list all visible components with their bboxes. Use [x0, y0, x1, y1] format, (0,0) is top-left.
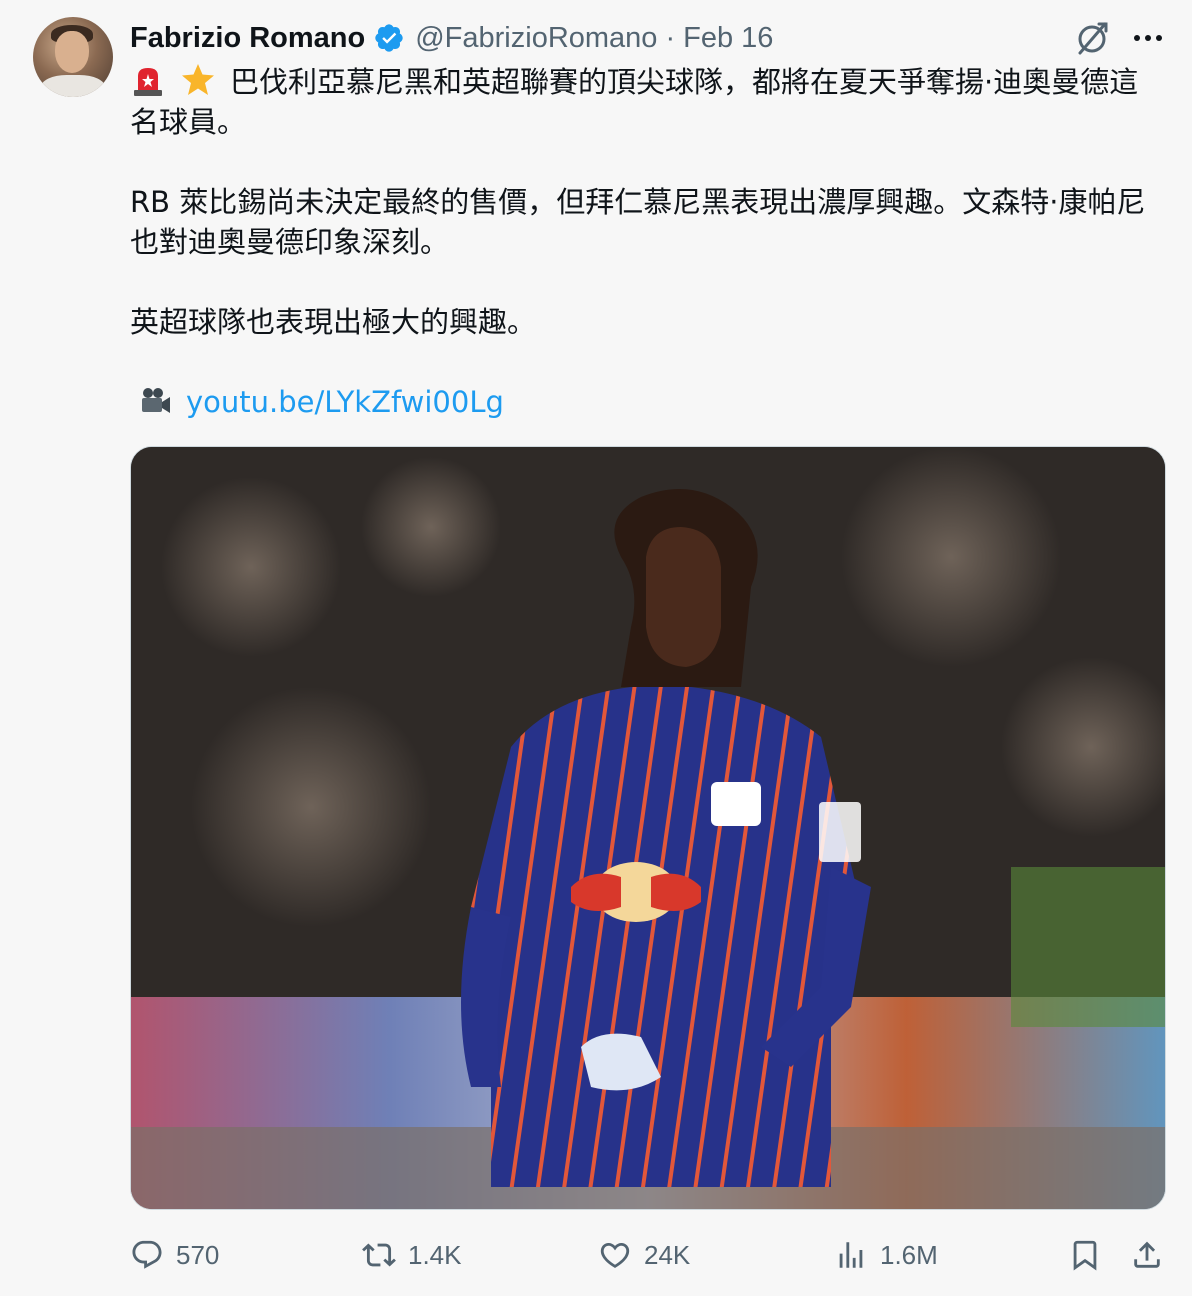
- share-button[interactable]: [1130, 1230, 1176, 1280]
- views-button[interactable]: 1.6M: [834, 1230, 938, 1280]
- reply-icon: [132, 1240, 162, 1269]
- share-icon: [1134, 1241, 1160, 1268]
- star-emoji-icon: [182, 64, 214, 95]
- siren-emoji-icon: [134, 68, 162, 96]
- paragraph-1-text: 巴伐利亞慕尼黑和英超聯賽的頂尖球隊，都將在夏天爭奪揚·迪奧曼德這名球員。: [130, 65, 1139, 139]
- more-options-icon[interactable]: [1128, 18, 1168, 58]
- reply-count: 570: [176, 1239, 220, 1270]
- movie-camera-icon: [142, 388, 170, 413]
- tweet-photo[interactable]: [130, 446, 1166, 1210]
- bookmark-button[interactable]: [1068, 1230, 1114, 1280]
- author-handle[interactable]: @FabrizioRomano: [415, 22, 657, 55]
- tweet-card: Fabrizio Romano @FabrizioRomano · Feb 16: [0, 0, 1192, 1308]
- like-button[interactable]: 24K: [598, 1230, 690, 1280]
- views-count: 1.6M: [880, 1239, 938, 1270]
- like-count: 24K: [644, 1239, 691, 1270]
- youtube-link[interactable]: youtu.be/LYkZfwi00Lg: [186, 382, 504, 422]
- heart-icon: [600, 1242, 630, 1268]
- grok-icon[interactable]: [1072, 18, 1112, 58]
- divider: [0, 1296, 1192, 1308]
- tweet-actions: 570 1.4K 24K 1.6M: [0, 1230, 1192, 1280]
- tweet-date[interactable]: Feb 16: [683, 22, 773, 55]
- verified-badge-icon: [373, 22, 405, 54]
- tweet-paragraph-3: 英超球隊也表現出極大的興趣。: [130, 305, 537, 339]
- author-name[interactable]: Fabrizio Romano: [130, 22, 365, 55]
- bookmark-icon: [1073, 1240, 1097, 1271]
- retweet-button[interactable]: 1.4K: [362, 1230, 462, 1280]
- tweet-link-line: youtu.be/LYkZfwi00Lg: [130, 382, 1160, 422]
- tweet-paragraph-1: 巴伐利亞慕尼黑和英超聯賽的頂尖球隊，都將在夏天爭奪揚·迪奧曼德這名球員。: [130, 62, 1160, 142]
- author-avatar[interactable]: [33, 17, 113, 97]
- avatar-face: [55, 31, 89, 73]
- reply-button[interactable]: 570: [130, 1230, 219, 1280]
- avatar-shirt: [41, 75, 105, 97]
- views-chart-icon: [839, 1242, 863, 1268]
- separator-dot: ·: [665, 21, 676, 54]
- retweet-count: 1.4K: [408, 1239, 462, 1270]
- tweet-paragraph-2: RB 萊比錫尚未決定最終的售價，但拜仁慕尼黑表現出濃厚興趣。文森特·康帕尼也對迪…: [130, 185, 1146, 259]
- tweet-header: Fabrizio Romano @FabrizioRomano · Feb 16: [130, 18, 773, 58]
- retweet-icon: [362, 1243, 396, 1267]
